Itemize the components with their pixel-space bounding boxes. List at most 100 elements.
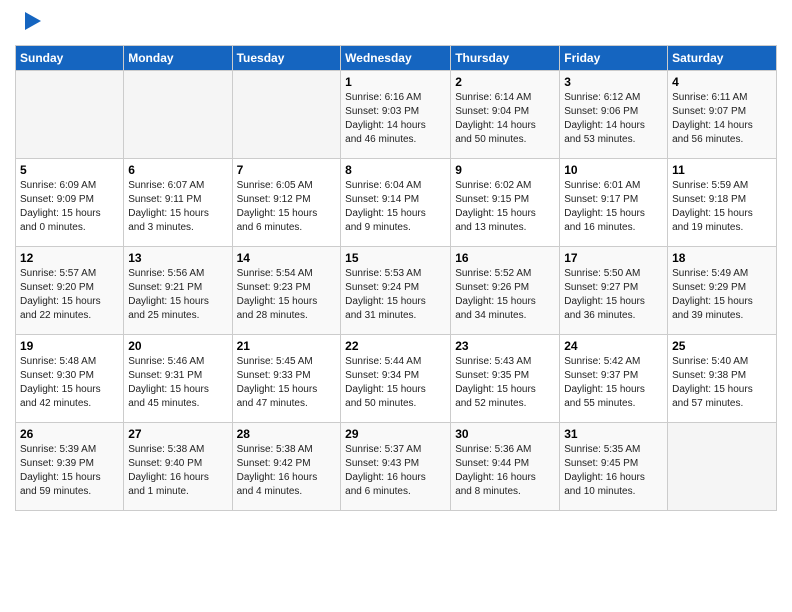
day-info-line: and 10 minutes. <box>564 486 635 497</box>
week-row-1: 1Sunrise: 6:16 AMSunset: 9:03 PMDaylight… <box>16 71 777 159</box>
calendar-cell: 3Sunrise: 6:12 AMSunset: 9:06 PMDaylight… <box>560 71 668 159</box>
calendar-cell: 23Sunrise: 5:43 AMSunset: 9:35 PMDayligh… <box>451 335 560 423</box>
week-row-3: 12Sunrise: 5:57 AMSunset: 9:20 PMDayligh… <box>16 247 777 335</box>
day-info-line: Sunrise: 5:59 AM <box>672 180 748 191</box>
day-info: Sunrise: 6:12 AMSunset: 9:06 PMDaylight:… <box>564 91 663 147</box>
day-number: 28 <box>237 427 337 441</box>
day-info: Sunrise: 5:36 AMSunset: 9:44 PMDaylight:… <box>455 443 555 499</box>
day-info: Sunrise: 6:14 AMSunset: 9:04 PMDaylight:… <box>455 91 555 147</box>
day-info-line: and 13 minutes. <box>455 222 526 233</box>
day-number: 7 <box>237 163 337 177</box>
day-info-line: Sunrise: 5:42 AM <box>564 356 640 367</box>
day-info-line: and 57 minutes. <box>672 398 743 409</box>
weekday-header-saturday: Saturday <box>668 46 777 71</box>
day-info: Sunrise: 5:56 AMSunset: 9:21 PMDaylight:… <box>128 267 227 323</box>
weekday-header-tuesday: Tuesday <box>232 46 341 71</box>
day-info-line: Sunrise: 5:43 AM <box>455 356 531 367</box>
day-info: Sunrise: 5:54 AMSunset: 9:23 PMDaylight:… <box>237 267 337 323</box>
day-info-line: Sunrise: 5:45 AM <box>237 356 313 367</box>
day-info: Sunrise: 5:49 AM Sunset: 9:29 PM Daylight:… <box>672 267 772 323</box>
day-info-line: and 16 minutes. <box>564 222 635 233</box>
day-number: 27 <box>128 427 227 441</box>
day-info: Sunrise: 5:39 AMSunset: 9:39 PMDaylight:… <box>20 443 119 499</box>
day-number: 25 <box>672 339 772 353</box>
day-info-line: and 56 minutes. <box>672 134 743 145</box>
day-number: 16 <box>455 251 555 265</box>
weekday-header-friday: Friday <box>560 46 668 71</box>
calendar-cell: 26Sunrise: 5:39 AMSunset: 9:39 PMDayligh… <box>16 423 124 511</box>
day-info-line: Daylight: 16 hours <box>345 472 426 483</box>
weekday-header-wednesday: Wednesday <box>341 46 451 71</box>
weekday-header-row: SundayMondayTuesdayWednesdayThursdayFrid… <box>16 46 777 71</box>
day-info-line: Sunset: 9:40 PM <box>128 458 202 469</box>
day-info-line: Sunset: 9:03 PM <box>345 106 419 117</box>
day-info: Sunrise: 5:44 AMSunset: 9:34 PMDaylight:… <box>345 355 446 411</box>
calendar-cell: 30Sunrise: 5:36 AMSunset: 9:44 PMDayligh… <box>451 423 560 511</box>
day-info: Sunrise: 5:40 AMSunset: 9:38 PMDaylight:… <box>672 355 772 411</box>
day-info-line: Daylight: 15 hours <box>564 296 645 307</box>
calendar-cell: 13Sunrise: 5:56 AMSunset: 9:21 PMDayligh… <box>124 247 232 335</box>
day-info-line: Daylight: 15 hours <box>455 384 536 395</box>
day-info-line: Daylight: 15 hours <box>455 208 536 219</box>
day-info-line: Sunrise: 5:49 AM <box>672 268 748 279</box>
day-info-line: and 1 minute. <box>128 486 189 497</box>
day-info-line: Sunrise: 5:56 AM <box>128 268 204 279</box>
calendar-cell: 8Sunrise: 6:04 AMSunset: 9:14 PMDaylight… <box>341 159 451 247</box>
calendar-cell: 16Sunrise: 5:52 AMSunset: 9:26 PMDayligh… <box>451 247 560 335</box>
day-info-line: and 46 minutes. <box>345 134 416 145</box>
day-info-line: and 34 minutes. <box>455 310 526 321</box>
day-info-line: Sunrise: 5:39 AM <box>20 444 96 455</box>
day-info: Sunrise: 6:11 AMSunset: 9:07 PMDaylight:… <box>672 91 772 147</box>
week-row-2: 5Sunrise: 6:09 AMSunset: 9:09 PMDaylight… <box>16 159 777 247</box>
logo-arrow-icon <box>21 10 43 32</box>
calendar-cell <box>232 71 341 159</box>
day-number: 1 <box>345 75 446 89</box>
weekday-header-thursday: Thursday <box>451 46 560 71</box>
day-info-line: Sunset: 9:42 PM <box>237 458 311 469</box>
day-info: Sunrise: 6:02 AMSunset: 9:15 PMDaylight:… <box>455 179 555 235</box>
day-info-line: and 6 minutes. <box>237 222 303 233</box>
day-info-line: and 53 minutes. <box>564 134 635 145</box>
calendar-cell: 25 Sunrise: 5:40 AMSunset: 9:38 PMDayligh… <box>668 335 777 423</box>
day-info-line: Sunset: 9:39 PM <box>20 458 94 469</box>
day-info-line: Daylight: 14 hours <box>672 120 753 131</box>
day-info-line: Daylight: 15 hours <box>672 296 753 307</box>
calendar-cell: 5Sunrise: 6:09 AMSunset: 9:09 PMDaylight… <box>16 159 124 247</box>
day-info-line: Daylight: 15 hours <box>20 384 101 395</box>
day-info-line: Sunrise: 5:36 AM <box>455 444 531 455</box>
calendar-cell: 29Sunrise: 5:37 AMSunset: 9:43 PMDayligh… <box>341 423 451 511</box>
day-info-line: Sunrise: 6:01 AM <box>564 180 640 191</box>
weekday-header-sunday: Sunday <box>16 46 124 71</box>
calendar-cell: 10Sunrise: 6:01 AMSunset: 9:17 PMDayligh… <box>560 159 668 247</box>
calendar-cell: 17Sunrise: 5:50 AMSunset: 9:27 PMDayligh… <box>560 247 668 335</box>
day-info-line: Sunset: 9:09 PM <box>20 194 94 205</box>
page: SundayMondayTuesdayWednesdayThursdayFrid… <box>0 0 792 521</box>
calendar-table: SundayMondayTuesdayWednesdayThursdayFrid… <box>15 45 777 511</box>
day-info-line: Daylight: 15 hours <box>128 296 209 307</box>
day-info: Sunrise: 6:01 AMSunset: 9:17 PMDaylight:… <box>564 179 663 235</box>
calendar-cell <box>16 71 124 159</box>
day-info-line: Sunrise: 6:11 AM <box>672 92 747 103</box>
day-info-line: Sunrise: 6:12 AM <box>564 92 640 103</box>
day-info-line: Sunset: 9:29 PM <box>672 282 746 293</box>
calendar-cell: 22Sunrise: 5:44 AMSunset: 9:34 PMDayligh… <box>341 335 451 423</box>
day-info-line: Sunrise: 5:38 AM <box>128 444 204 455</box>
day-info: Sunrise: 6:09 AMSunset: 9:09 PMDaylight:… <box>20 179 119 235</box>
day-info-line: and 4 minutes. <box>237 486 303 497</box>
day-info-line: and 28 minutes. <box>237 310 308 321</box>
day-info-line: Daylight: 15 hours <box>345 208 426 219</box>
day-info-line: Sunrise: 5:53 AM <box>345 268 421 279</box>
day-info-line: Sunset: 9:43 PM <box>345 458 419 469</box>
day-info-line: Sunrise: 5:40 AM <box>672 356 748 367</box>
day-info-line: Sunset: 9:18 PM <box>672 194 746 205</box>
calendar-cell: 18Sunrise: 5:49 AMSunset: 9:29 PMDayligh… <box>668 247 777 335</box>
calendar-cell: 11Sunrise: 5:59 AMSunset: 9:18 PMDayligh… <box>668 159 777 247</box>
calendar-cell <box>124 71 232 159</box>
day-info-line: Daylight: 15 hours <box>237 384 318 395</box>
week-row-4: 19Sunrise: 5:48 AMSunset: 9:30 PMDayligh… <box>16 335 777 423</box>
day-info-line: and 8 minutes. <box>455 486 521 497</box>
day-info: Sunrise: 5:35 AMSunset: 9:45 PMDaylight:… <box>564 443 663 499</box>
day-info-line: Sunset: 9:27 PM <box>564 282 638 293</box>
calendar-cell: 9Sunrise: 6:02 AMSunset: 9:15 PMDaylight… <box>451 159 560 247</box>
day-number: 17 <box>564 251 663 265</box>
